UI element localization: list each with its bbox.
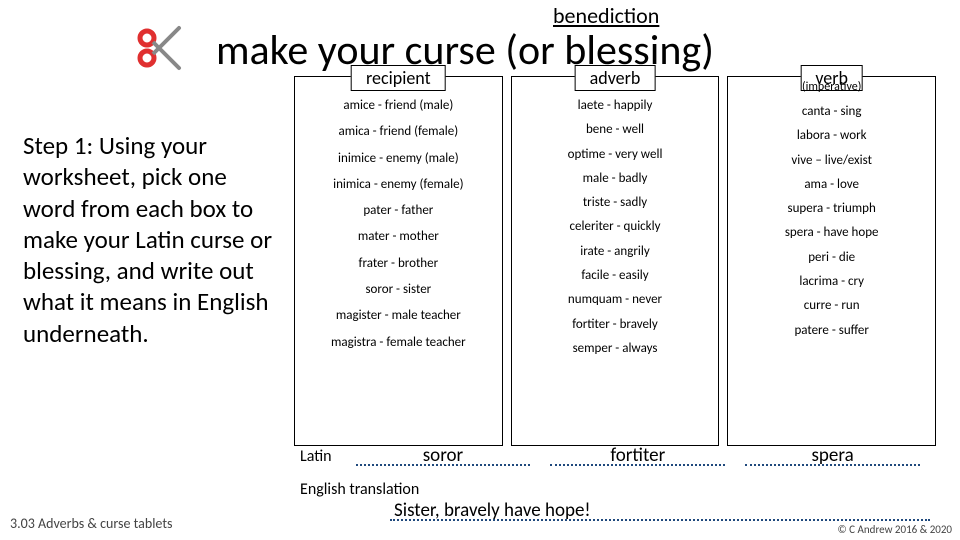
verb-subtitle: (imperative): [802, 80, 861, 94]
columns-container: recipient amice - friend (male) amica - …: [290, 76, 940, 446]
adverb-column: adverb laete - happily bene - well optim…: [511, 76, 720, 446]
latin-blank-3[interactable]: spera: [745, 444, 920, 466]
list-item: ama - love: [734, 178, 929, 192]
list-item: inimice - enemy (male): [301, 152, 496, 166]
list-item: spera - have hope: [734, 226, 929, 240]
step-instructions: Step 1: Using your worksheet, pick one w…: [23, 130, 273, 349]
list-item: bene - well: [518, 123, 713, 137]
list-item: amica - friend (female): [301, 125, 496, 139]
recipient-column: recipient amice - friend (male) amica - …: [294, 76, 503, 446]
list-item: mater - mother: [301, 230, 496, 244]
list-item: peri - die: [734, 251, 929, 265]
list-item: triste - sadly: [518, 196, 713, 210]
list-item: male - badly: [518, 172, 713, 186]
adverb-label: adverb: [575, 65, 656, 91]
translation-label: English translation: [300, 480, 419, 499]
verb-column: verb (imperative) canta - sing labora - …: [727, 76, 936, 446]
list-item: optime - very well: [518, 148, 713, 162]
list-item: soror - sister: [301, 283, 496, 297]
list-item: numquam - never: [518, 293, 713, 307]
footer-left: 3.03 Adverbs & curse tablets: [10, 515, 173, 532]
list-item: laete - happily: [518, 99, 713, 113]
footer-right: © C Andrew 2016 & 2020: [838, 523, 952, 536]
translation-blank[interactable]: Sister, bravely have hope!: [390, 499, 930, 521]
list-item: celeriter - quickly: [518, 220, 713, 234]
list-item: semper - always: [518, 342, 713, 356]
list-item: magistra - female teacher: [301, 336, 496, 350]
list-item: facile - easily: [518, 269, 713, 283]
list-item: magister - male teacher: [301, 309, 496, 323]
list-item: pater - father: [301, 204, 496, 218]
list-item: canta - sing: [734, 105, 929, 119]
list-item: vive – live/exist: [734, 154, 929, 168]
list-item: inimica - enemy (female): [301, 178, 496, 192]
scissors-icon: [135, 24, 183, 72]
list-item: curre - run: [734, 299, 929, 313]
latin-fill-row: Latin soror fortiter spera: [300, 444, 930, 466]
list-item: irate - angrily: [518, 245, 713, 259]
list-item: fortiter - bravely: [518, 318, 713, 332]
latin-blank-2[interactable]: fortiter: [550, 444, 725, 466]
list-item: supera - triumph: [734, 202, 929, 216]
list-item: labora - work: [734, 129, 929, 143]
list-item: patere - suffer: [734, 324, 929, 338]
list-item: lacrima - cry: [734, 275, 929, 289]
translation-row: English translation Sister, bravely have…: [300, 480, 930, 521]
latin-blank-1[interactable]: soror: [356, 444, 531, 466]
list-item: amice - friend (male): [301, 99, 496, 113]
latin-label: Latin: [300, 447, 332, 466]
list-item: frater - brother: [301, 257, 496, 271]
recipient-label: recipient: [351, 65, 446, 91]
